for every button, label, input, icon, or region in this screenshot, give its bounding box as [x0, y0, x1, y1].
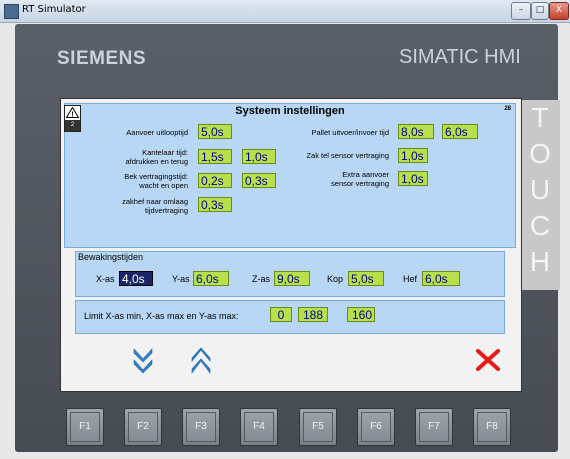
y-as-field[interactable]: 6,0s — [193, 271, 229, 286]
close-screen-icon[interactable] — [475, 348, 501, 372]
kop-label: Kop — [327, 274, 344, 284]
touch-letter: U — [529, 174, 551, 205]
bek-field-2[interactable]: 0,3s — [242, 173, 276, 188]
siemens-logo: SIEMENS — [57, 48, 147, 69]
hef-label: Hef — [403, 274, 418, 284]
zakhef-field[interactable]: 0,3s — [198, 197, 232, 212]
f5-key[interactable]: F5 — [299, 408, 337, 446]
f2-label: F2 — [128, 412, 158, 442]
x-as-label: X-as — [96, 274, 115, 284]
pallet-label: Pallet uitvoer/invoer tijd — [311, 128, 389, 137]
x-as-min-field[interactable]: 0 — [270, 307, 292, 322]
zak-tel-field[interactable]: 1,0s — [398, 148, 428, 163]
f6-label: F6 — [361, 412, 391, 442]
scroll-up-icon[interactable] — [191, 347, 211, 375]
kantelaar-label-2: afdrukken en terug — [125, 157, 188, 166]
zak-tel-label: Zak tel sensor vertraging — [306, 151, 389, 160]
f7-key[interactable]: F7 — [415, 408, 453, 446]
kantelaar-label-1: Kantelaar tijd: — [142, 148, 188, 157]
close-window-button[interactable]: X — [549, 2, 569, 20]
touch-letter: T — [531, 102, 549, 133]
f5-label: F5 — [303, 412, 333, 442]
f6-key[interactable]: F6 — [357, 408, 395, 446]
extra-aanvoer-field[interactable]: 1,0s — [398, 171, 428, 186]
kantelaar-field-2[interactable]: 1,0s — [242, 149, 276, 164]
f2-key[interactable]: F2 — [124, 408, 162, 446]
touch-letter: C — [529, 210, 551, 241]
f4-label: F4 — [244, 412, 274, 442]
pallet-field-1[interactable]: 8,0s — [398, 124, 434, 139]
extra-aanvoer-label-2: sensor vertraging — [331, 179, 389, 188]
bewaking-title: Bewakingstijden — [78, 252, 144, 262]
warning-icon: ! — [66, 107, 79, 118]
warning-count: 2 — [65, 120, 80, 131]
zakhef-label-2: tijdvertraging — [145, 206, 188, 215]
screen-title: Systeem instellingen — [235, 105, 345, 117]
f8-label: F8 — [477, 412, 507, 442]
touch-letter: O — [529, 138, 551, 169]
limit-label: Limit X-as min, X-as max en Y-as max: — [84, 311, 239, 321]
screen-number: 28 — [504, 106, 511, 112]
warning-indicator[interactable]: ! 2 — [64, 105, 81, 132]
f3-key[interactable]: F3 — [182, 408, 220, 446]
aanvoer-uitlooptijd-label: Aanvoer uitlooptijd — [126, 128, 188, 137]
f3-label: F3 — [186, 412, 216, 442]
window-title: RT Simulator — [22, 4, 86, 15]
touch-side-label: T O U C H — [520, 100, 560, 290]
bek-field-1[interactable]: 0,2s — [198, 173, 232, 188]
svg-text:!: ! — [71, 112, 73, 119]
rt-simulator-window: RT Simulator – □ X SIEMENS SIMATIC HMI T… — [0, 0, 570, 459]
kop-field[interactable]: 5,0s — [348, 271, 384, 286]
minimize-button[interactable]: – — [511, 2, 531, 20]
kantelaar-field-1[interactable]: 1,5s — [198, 149, 232, 164]
f4-key[interactable]: F4 — [240, 408, 278, 446]
title-bar[interactable]: RT Simulator – □ X — [0, 0, 570, 23]
maximize-button[interactable]: □ — [531, 2, 549, 20]
touch-letter: H — [529, 246, 551, 277]
f1-label: F1 — [70, 412, 100, 442]
extra-aanvoer-label-1: Extra aanvoer — [342, 170, 389, 179]
y-as-label: Y-as — [172, 274, 190, 284]
y-as-max-field[interactable]: 160 — [347, 307, 375, 322]
f1-key[interactable]: F1 — [66, 408, 104, 446]
simatic-hmi-brand: SIMATIC HMI — [399, 46, 521, 68]
bek-label-2: wacht en open — [139, 181, 188, 190]
aanvoer-uitlooptijd-field[interactable]: 5,0s — [198, 124, 232, 139]
f7-label: F7 — [419, 412, 449, 442]
z-as-field[interactable]: 9,0s — [274, 271, 310, 286]
f8-key[interactable]: F8 — [473, 408, 511, 446]
bek-label-1: Bek vertragingstijd: — [124, 172, 188, 181]
z-as-label: Z-as — [252, 274, 270, 284]
scroll-down-icon[interactable] — [133, 347, 153, 375]
zakhef-label-1: zakhef naar omlaag — [122, 197, 188, 206]
hef-field[interactable]: 6,0s — [422, 271, 460, 286]
x-as-max-field[interactable]: 188 — [298, 307, 328, 322]
x-as-field[interactable]: 4,0s — [119, 271, 153, 286]
pallet-field-2[interactable]: 6,0s — [442, 124, 478, 139]
app-icon — [4, 4, 19, 19]
